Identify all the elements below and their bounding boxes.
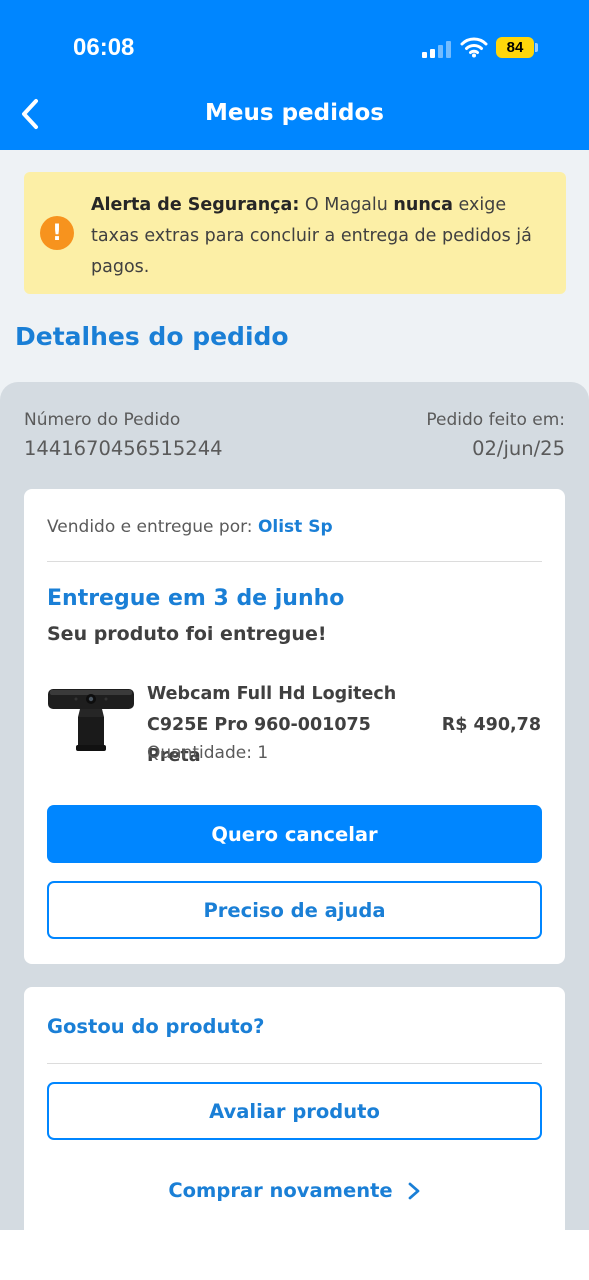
battery-indicator: 84 [496,37,534,58]
wifi-icon [460,37,488,58]
review-question: Gostou do produto? [47,1015,265,1038]
order-number-label: Número do Pedido [24,410,181,430]
delivery-status-title: Entregue em 3 de junho [47,586,345,611]
page-title: Meus pedidos [205,100,384,126]
cellular-signal-icon [422,38,452,58]
seller-label: Vendido e entregue por: [47,517,258,537]
product-quantity: Quantidade: 1 [147,743,269,763]
delivery-card: Vendido e entregue por: Olist Sp Entregu… [24,489,565,964]
buy-again-link[interactable]: Comprar novamente [24,1179,565,1202]
rate-product-button[interactable]: Avaliar produto [47,1082,542,1140]
divider [47,561,542,562]
webcam-product-image[interactable] [46,687,136,753]
seller-name[interactable]: Olist Sp [258,517,333,537]
alert-title: Alerta de Segurança: [91,195,300,215]
status-time: 06:08 [73,34,135,61]
order-date: 02/jun/25 [472,437,565,460]
bottom-safe-area [0,1230,589,1280]
seller-line: Vendido e entregue por: Olist Sp [47,517,333,537]
help-button[interactable]: Preciso de ajuda [47,881,542,939]
buy-again-label[interactable]: Comprar novamente [168,1179,392,1202]
cancel-order-button[interactable]: Quero cancelar [47,805,542,863]
exclamation-icon: ! [40,216,74,250]
section-title: Detalhes do pedido [15,322,289,351]
security-alert: ! Alerta de Segurança: O Magalu nunca ex… [24,172,566,294]
review-card: Gostou do produto? Avaliar produto Compr… [24,987,565,1247]
alert-text-part-1: O Magalu [299,195,394,215]
order-number: 1441670456515244 [24,437,223,460]
order-date-label: Pedido feito em: [426,410,565,430]
chevron-right-icon[interactable] [407,1181,421,1201]
app-header [0,0,589,150]
alert-text: Alerta de Segurança: O Magalu nunca exig… [91,190,551,283]
divider [47,1063,542,1064]
product-price: R$ 490,78 [441,715,541,735]
alert-emphasis: nunca [393,195,453,215]
battery-tip [535,43,538,52]
delivery-status-subtitle: Seu produto foi entregue! [47,623,327,645]
